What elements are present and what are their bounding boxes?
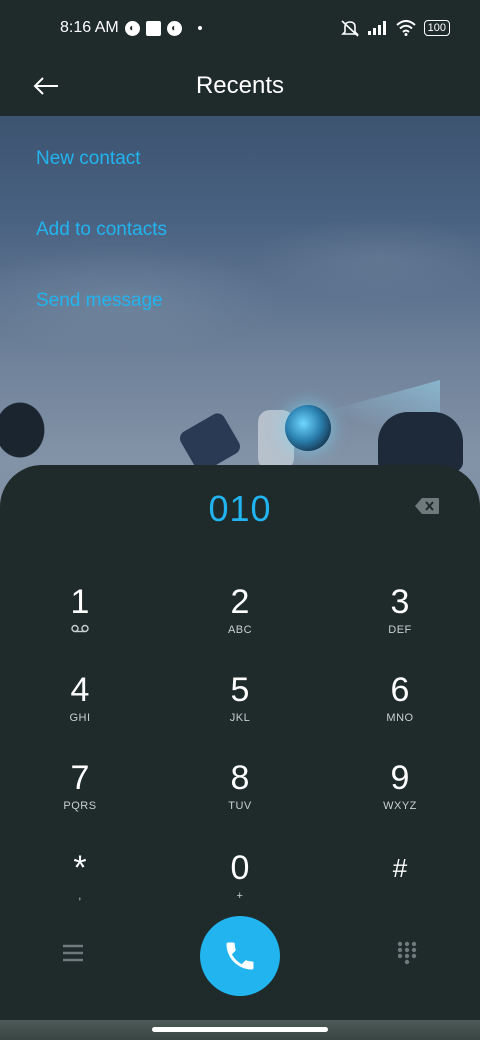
backspace-icon xyxy=(415,498,439,514)
key-digit: 1 xyxy=(70,583,90,621)
key-hash[interactable]: # xyxy=(340,848,460,928)
notification-square-icon xyxy=(145,20,161,36)
key-digit: 4 xyxy=(70,671,90,709)
wallpaper-robot-head xyxy=(378,412,463,472)
key-1[interactable]: 1 xyxy=(20,582,140,662)
voicemail-icon xyxy=(20,624,140,636)
key-digit: 9 xyxy=(390,759,410,797)
key-3[interactable]: 3 DEF xyxy=(340,582,460,662)
key-digit: 5 xyxy=(230,671,250,709)
app-bar: Recents xyxy=(0,56,480,116)
key-digit: * xyxy=(73,849,87,887)
notification-icon: ◐ xyxy=(124,20,140,36)
key-letters: DEF xyxy=(388,624,412,636)
status-time: 8:16 AM xyxy=(60,19,119,36)
call-button[interactable] xyxy=(200,916,280,996)
key-letters: WXYZ xyxy=(383,800,417,812)
dialed-number[interactable]: 010 xyxy=(0,488,480,530)
page-title: Recents xyxy=(195,72,285,99)
dot-icon xyxy=(197,26,202,30)
key-digit: 8 xyxy=(230,759,250,797)
key-4[interactable]: 4 GHI xyxy=(20,670,140,750)
key-digit: 2 xyxy=(230,583,250,621)
key-digit: # xyxy=(392,853,408,883)
key-star[interactable]: * , xyxy=(20,848,140,928)
add-to-contacts-link[interactable]: Add to contacts xyxy=(36,219,167,241)
key-letters: PQRS xyxy=(63,800,97,812)
backspace-button[interactable] xyxy=(414,497,440,515)
key-letters: TUV xyxy=(228,800,252,812)
key-digit: 0 xyxy=(230,849,250,887)
key-digit: 3 xyxy=(390,583,410,621)
key-letters: JKL xyxy=(229,712,251,724)
key-letters: , xyxy=(78,890,82,902)
key-7[interactable]: 7 PQRS xyxy=(20,758,140,838)
key-letters: MNO xyxy=(386,712,414,724)
key-letters: + xyxy=(236,890,244,902)
key-5[interactable]: 5 JKL xyxy=(180,670,300,750)
battery-icon: 100 xyxy=(423,20,450,36)
wallpaper-tree xyxy=(0,385,70,475)
key-letters: ABC xyxy=(227,624,253,636)
status-right: 100 xyxy=(340,19,450,37)
silent-icon xyxy=(340,20,359,37)
arrow-left-icon xyxy=(33,77,58,95)
menu-button[interactable] xyxy=(60,940,86,966)
back-button[interactable] xyxy=(28,68,64,104)
key-digit: 7 xyxy=(70,759,90,797)
new-contact-link[interactable]: New contact xyxy=(36,148,141,170)
signal-icon xyxy=(367,21,386,35)
wifi-icon xyxy=(395,20,416,36)
menu-icon xyxy=(63,944,83,962)
wallpaper-orb xyxy=(285,405,331,451)
home-indicator[interactable] xyxy=(152,1027,328,1032)
phone-icon xyxy=(226,942,254,970)
send-message-link[interactable]: Send message xyxy=(36,290,163,312)
key-9[interactable]: 9 WXYZ xyxy=(340,758,460,838)
key-letters: GHI xyxy=(69,712,91,724)
key-8[interactable]: 8 TUV xyxy=(180,758,300,838)
notification-icon: ◐ xyxy=(166,20,182,36)
dialpad-toggle-button[interactable] xyxy=(394,940,420,966)
status-left: 8:16 AM ◐ ◐ xyxy=(60,19,202,37)
key-digit: 6 xyxy=(390,671,410,709)
dialpad-icon xyxy=(397,941,417,965)
status-bar: 8:16 AM ◐ ◐ 100 xyxy=(0,0,480,56)
key-2[interactable]: 2 ABC xyxy=(180,582,300,662)
key-6[interactable]: 6 MNO xyxy=(340,670,460,750)
